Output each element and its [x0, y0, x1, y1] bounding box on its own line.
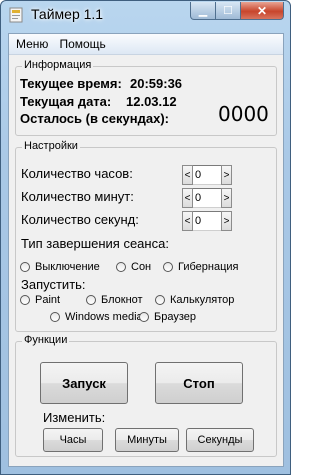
- info-group-title: Информация: [22, 59, 94, 71]
- app-window: Таймер 1.1 ▁ ☐ ✕ Меню Помощь Информация …: [0, 0, 291, 475]
- client-area: Меню Помощь Информация Текущее время: 20…: [8, 33, 284, 467]
- radio-circle: [155, 295, 165, 305]
- minutes-count-label: Количество минут:: [21, 189, 134, 204]
- current-time-value: 20:59:36: [130, 76, 183, 91]
- radio-sleep-label: Сон: [131, 261, 152, 273]
- change-seconds-button[interactable]: Секунды: [186, 428, 254, 452]
- stop-button[interactable]: Стоп: [155, 362, 243, 404]
- close-icon: ✕: [256, 3, 268, 18]
- info-group: Информация Текущее время: 20:59:36 Текущ…: [15, 59, 277, 136]
- functions-group-title: Функции: [22, 334, 70, 346]
- radio-browser-label: Браузер: [154, 311, 196, 323]
- radio-circle: [20, 295, 30, 305]
- minimize-icon: ▁: [198, 5, 208, 17]
- close-button[interactable]: ✕: [241, 2, 284, 20]
- current-date-value: 12.03.12: [126, 94, 177, 109]
- app-icon: [9, 7, 23, 23]
- radio-notepad[interactable]: Блокнот: [86, 294, 143, 306]
- seconds-increment-button[interactable]: >: [221, 211, 232, 231]
- radio-shutdown[interactable]: Выключение: [20, 261, 100, 273]
- radio-circle: [116, 262, 126, 272]
- title-bar[interactable]: Таймер 1.1 ▁ ☐ ✕: [1, 1, 290, 31]
- end-type-label: Тип завершения сеанса:: [21, 236, 169, 251]
- maximize-icon: ☐: [223, 5, 233, 17]
- launch-label: Запустить:: [21, 277, 86, 292]
- minutes-decrement-button[interactable]: <: [182, 188, 193, 208]
- hours-increment-button[interactable]: >: [221, 165, 232, 185]
- change-minutes-button[interactable]: Минуты: [115, 428, 179, 452]
- radio-hibernate-label: Гибернация: [178, 261, 239, 273]
- radio-browser[interactable]: Браузер: [139, 311, 196, 323]
- window-controls: ▁ ☐ ✕: [190, 2, 284, 20]
- remaining-seconds-value: 0000: [218, 102, 269, 126]
- start-button[interactable]: Запуск: [40, 362, 128, 404]
- remaining-seconds-label: Осталось (в секундах):: [20, 111, 169, 126]
- radio-circle: [163, 262, 173, 272]
- settings-group: Настройки Количество часов: < 0 > Количе…: [15, 140, 277, 332]
- functions-group: Функции Запуск Стоп Изменить: Часы Минут…: [15, 334, 277, 457]
- radio-notepad-label: Блокнот: [101, 294, 143, 306]
- menu-item-help[interactable]: Помощь: [59, 37, 105, 51]
- menu-bar: Меню Помощь: [9, 34, 283, 55]
- hours-spinner: < 0 >: [182, 165, 232, 185]
- current-date-label: Текущая дата:: [20, 94, 112, 109]
- radio-paint-label: Paint: [35, 294, 61, 306]
- hours-decrement-button[interactable]: <: [182, 165, 193, 185]
- change-label: Изменить:: [43, 410, 106, 425]
- radio-calculator-label: Калькулятор: [170, 294, 235, 306]
- seconds-count-label: Количество секунд:: [21, 212, 139, 227]
- radio-calculator[interactable]: Калькулятор: [155, 294, 234, 306]
- hours-input[interactable]: 0: [193, 165, 221, 185]
- current-time-label: Текущее время:: [20, 76, 122, 91]
- minutes-spinner: < 0 >: [182, 188, 232, 208]
- hours-count-label: Количество часов:: [21, 166, 133, 181]
- settings-group-title: Настройки: [22, 140, 80, 152]
- minimize-button[interactable]: ▁: [190, 2, 216, 20]
- radio-circle: [139, 312, 149, 322]
- seconds-decrement-button[interactable]: <: [182, 211, 193, 231]
- minutes-input[interactable]: 0: [193, 188, 221, 208]
- radio-sleep[interactable]: Сон: [116, 261, 151, 273]
- radio-hibernate[interactable]: Гибернация: [163, 261, 239, 273]
- radio-paint[interactable]: Paint: [20, 294, 60, 306]
- radio-circle: [50, 312, 60, 322]
- radio-circle: [20, 262, 30, 272]
- seconds-input[interactable]: 0: [193, 211, 221, 231]
- change-hours-button[interactable]: Часы: [43, 428, 103, 452]
- radio-shutdown-label: Выключение: [35, 261, 100, 273]
- radio-windows-media-label: Windows media: [65, 311, 143, 323]
- seconds-spinner: < 0 >: [182, 211, 232, 231]
- radio-circle: [86, 295, 96, 305]
- maximize-button[interactable]: ☐: [216, 2, 241, 20]
- radio-windows-media[interactable]: Windows media: [50, 311, 143, 323]
- window-title: Таймер 1.1: [31, 6, 104, 22]
- menu-item-menu[interactable]: Меню: [16, 37, 48, 51]
- minutes-increment-button[interactable]: >: [221, 188, 232, 208]
